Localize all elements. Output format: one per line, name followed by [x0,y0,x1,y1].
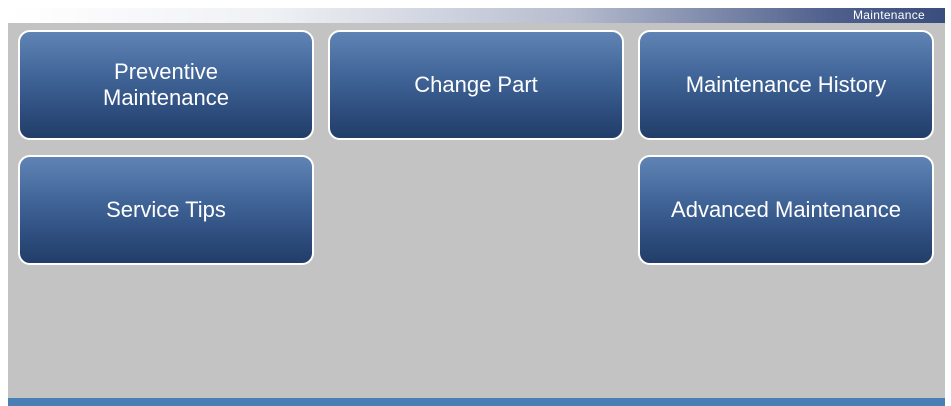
bottom-status-bar [8,398,945,406]
change-part-button[interactable]: Change Part [328,30,624,140]
change-part-label: Change Part [414,72,538,97]
maintenance-screen: Maintenance Preventive Maintenance Chang… [8,8,945,406]
screen-title: Maintenance [852,8,925,22]
advanced-maintenance-label: Advanced Maintenance [671,197,901,222]
preventive-maintenance-label: Preventive Maintenance [103,59,229,110]
maintenance-history-button[interactable]: Maintenance History [638,30,934,140]
maintenance-history-label: Maintenance History [685,72,887,97]
service-tips-label: Service Tips [106,197,226,222]
advanced-maintenance-button[interactable]: Advanced Maintenance [638,155,934,265]
title-bar: Maintenance [8,8,945,23]
preventive-maintenance-button[interactable]: Preventive Maintenance [18,30,314,140]
service-tips-button[interactable]: Service Tips [18,155,314,265]
